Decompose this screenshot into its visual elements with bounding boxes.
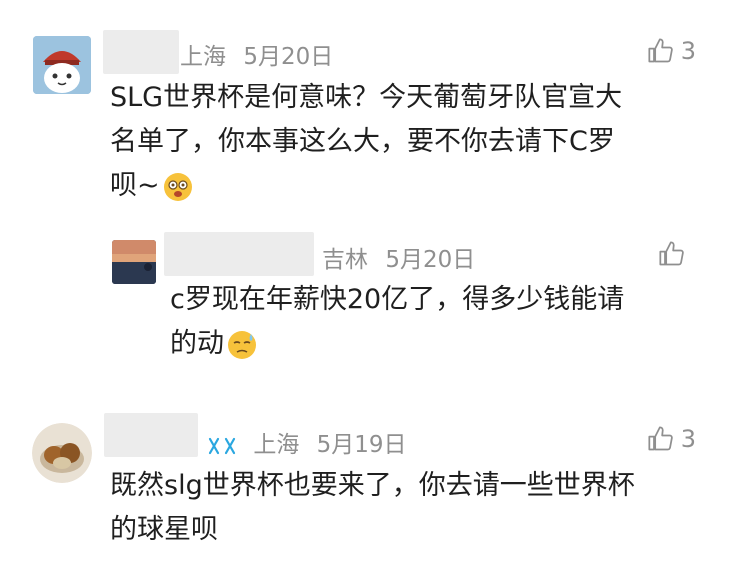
avatar[interactable] [112,240,156,284]
avatar[interactable] [33,36,91,94]
comment-line: SLG世界杯是何意味？今天葡萄牙队官宣大 [110,82,623,113]
sweat-face-emoji [228,330,256,359]
comment-location: 上海 [253,432,300,458]
comment-date: 5月20日 [243,44,334,70]
comment-meta: 吉林 5月20日 [322,240,485,274]
comment-line: 既然slg世界杯也要来了，你去请一些世界杯 [110,470,635,501]
comment-location: 吉林 [322,247,368,273]
like-button[interactable] [658,240,692,268]
like-count: 3 [680,425,696,453]
comment-meta: 上海 5月20日 [180,37,343,71]
food-photo-avatar [32,423,92,483]
like-button[interactable]: 3 [647,37,696,65]
comment-date: 5月19日 [316,432,407,458]
like-button[interactable]: 3 [647,425,696,453]
comment-meta: 上海 5月19日 [206,425,417,459]
username-redacted[interactable] [104,413,198,457]
comment-date: 5月20日 [385,247,476,273]
comment-line: 的球星呗 [110,514,218,545]
thumbs-up-icon [648,38,673,63]
comment-location: 上海 [180,44,226,70]
sunset-photo-avatar [112,240,156,284]
like-count: 3 [680,37,696,65]
comment-line: c罗现在年薪快20亿了，得多少钱能请 [170,284,625,315]
dizzy-face-emoji [163,172,192,201]
thumbs-up-icon [648,426,673,451]
comment-line: 的动 [170,322,624,366]
comment-text: 既然slg世界杯也要来了，你去请一些世界杯 的球星呗 [110,464,635,552]
username-redacted[interactable] [164,232,314,276]
infinity-badge-icon [208,437,236,454]
comment-line: 名单了，你本事这么大，要不你去请下C罗 [110,126,615,157]
comment-text: SLG世界杯是何意味？今天葡萄牙队官宣大 名单了，你本事这么大，要不你去请下C罗… [110,76,622,208]
username-redacted[interactable] [103,30,179,74]
thumbs-up-icon [659,241,684,266]
cartoon-cat-avatar [33,36,91,94]
avatar[interactable] [32,423,92,483]
comment-line: 呗~ [110,164,622,208]
comment-text: c罗现在年薪快20亿了，得多少钱能请 的动 [170,278,624,366]
